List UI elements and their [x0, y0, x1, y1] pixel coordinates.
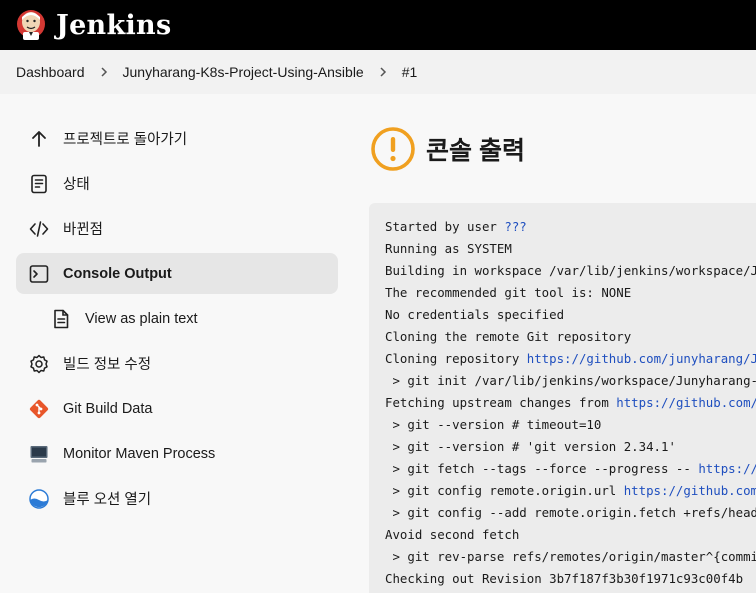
- sidebar-item-git-build-data[interactable]: Git Build Data: [16, 388, 338, 429]
- console-line-text: Checking out Revision 3b7f187f3b30f1971c…: [385, 571, 744, 586]
- console-line-text: > git config remote.origin.url: [385, 483, 624, 498]
- top-header: Jenkins: [0, 0, 756, 50]
- console-line-text: Started by user: [385, 219, 505, 234]
- sidebar-item-monitor-maven[interactable]: Monitor Maven Process: [16, 433, 338, 474]
- console-line: Avoid second fetch: [385, 524, 756, 546]
- console-line: Checking out Revision 3b7f187f3b30f1971c…: [385, 568, 756, 590]
- sidebar-item-label: Console Output: [63, 265, 172, 282]
- console-line-text: Building in workspace /var/lib/jenkins/w…: [385, 263, 756, 278]
- console-link[interactable]: https://github.com/junyharang/Junyharang…: [624, 483, 756, 498]
- console-line: > git --version # timeout=10: [385, 414, 756, 436]
- code-icon: [28, 218, 50, 240]
- console-line-text: Fetching upstream changes from: [385, 395, 617, 410]
- console-line: Running as SYSTEM: [385, 238, 756, 260]
- page-title: 콘솔 출력: [426, 137, 525, 165]
- gear-icon: [28, 353, 50, 375]
- console-line: > git init /var/lib/jenkins/workspace/Ju…: [385, 370, 756, 392]
- console-link[interactable]: https://github.com/junyharang/Junyharang…: [527, 351, 756, 366]
- console-line: The recommended git tool is: NONE: [385, 282, 756, 304]
- sidebar-item-label: 블루 오션 열기: [63, 492, 152, 508]
- breadcrumb-dashboard[interactable]: Dashboard: [16, 64, 85, 80]
- jenkins-logo-icon: [17, 10, 45, 40]
- console-line-text: Avoid second fetch: [385, 527, 520, 542]
- console-line: No credentials specified: [385, 304, 756, 326]
- breadcrumb: Dashboard Junyharang-K8s-Project-Using-A…: [0, 50, 756, 94]
- terminal-icon: [28, 263, 50, 285]
- blue-ocean-icon: [28, 488, 50, 510]
- monitor-icon: [28, 443, 50, 465]
- console-line-text: Cloning the remote Git repository: [385, 329, 632, 344]
- console-line: > git fetch --tags --force --progress --…: [385, 458, 756, 480]
- document-icon: [28, 173, 50, 195]
- chevron-right-icon[interactable]: [99, 67, 109, 77]
- console-line-text: > git rev-parse refs/remotes/origin/mast…: [392, 549, 756, 564]
- sidebar-item-label: 바뀐점: [63, 222, 104, 238]
- console-line: Cloning the remote Git repository: [385, 326, 756, 348]
- console-line-text: The recommended git tool is: NONE: [385, 285, 632, 300]
- console-line: > git config --add remote.origin.fetch +…: [385, 502, 756, 524]
- console-line: > git --version # 'git version 2.34.1': [385, 436, 756, 458]
- sidebar-item-label: Git Build Data: [63, 400, 153, 417]
- sidebar-item-label: 상태: [63, 177, 90, 193]
- console-line: Fetching upstream changes from https://g…: [385, 392, 756, 414]
- console-line: > git config remote.origin.url https://g…: [385, 480, 756, 502]
- page-icon: [50, 308, 72, 330]
- console-line: > git rev-parse refs/remotes/origin/mast…: [385, 546, 756, 568]
- console-line-text: No credentials specified: [385, 307, 565, 322]
- sidebar-item-view-plain-text[interactable]: View as plain text: [16, 298, 338, 339]
- sidebar-item-status[interactable]: 상태: [16, 163, 338, 204]
- sidebar-item-blue-ocean[interactable]: 블루 오션 열기: [16, 478, 338, 519]
- sidebar-item-edit-build-info[interactable]: 빌드 정보 수정: [16, 343, 338, 384]
- sidebar: 프로젝트로 돌아가기 상태 바뀐점 Console Output View as…: [16, 118, 338, 523]
- sidebar-item-label: 빌드 정보 수정: [63, 357, 152, 373]
- console-line-text: > git fetch --tags --force --progress --: [385, 461, 699, 476]
- git-icon: [28, 398, 50, 420]
- arrow-up-icon: [28, 128, 50, 150]
- console-link[interactable]: ???: [504, 219, 526, 234]
- console-line-text: > git config --add remote.origin.fetch +…: [392, 505, 756, 520]
- console-line-text: > git init /var/lib/jenkins/workspace/Ju…: [392, 373, 756, 388]
- console-output[interactable]: Started by user ??? Running as SYSTEM Buil…: [369, 203, 756, 593]
- console-line-text: Running as SYSTEM: [385, 241, 512, 256]
- sidebar-item-label: View as plain text: [85, 310, 198, 327]
- console-line: Building in workspace /var/lib/jenkins/w…: [385, 260, 756, 282]
- breadcrumb-build[interactable]: #1: [402, 64, 418, 80]
- warning-circle-icon: [371, 127, 415, 171]
- console-line-text: > git --version # 'git version 2.34.1': [385, 439, 676, 454]
- console-line-text: Cloning repository: [385, 351, 527, 366]
- console-line: Cloning repository https://github.com/ju…: [385, 348, 756, 370]
- jenkins-home-link[interactable]: Jenkins: [14, 8, 171, 42]
- page-heading: 콘솔 출력: [370, 126, 525, 172]
- sidebar-item-changes[interactable]: 바뀐점: [16, 208, 338, 249]
- sidebar-item-back-to-project[interactable]: 프로젝트로 돌아가기: [16, 118, 338, 159]
- chevron-right-icon[interactable]: [378, 67, 388, 77]
- console-link[interactable]: https://github.com/junyharang/Junyharang…: [616, 395, 756, 410]
- breadcrumb-project[interactable]: Junyharang-K8s-Project-Using-Ansible: [123, 64, 364, 80]
- console-link[interactable]: https://github.com/junyharang/Junyharang…: [698, 461, 756, 476]
- console-line: Started by user ???: [385, 216, 756, 238]
- sidebar-item-label: Monitor Maven Process: [63, 445, 216, 462]
- sidebar-item-console-output[interactable]: Console Output: [16, 253, 338, 294]
- app-title: Jenkins: [56, 9, 172, 41]
- sidebar-item-label: 프로젝트로 돌아가기: [63, 132, 188, 148]
- console-line-text: > git --version # timeout=10: [385, 417, 602, 432]
